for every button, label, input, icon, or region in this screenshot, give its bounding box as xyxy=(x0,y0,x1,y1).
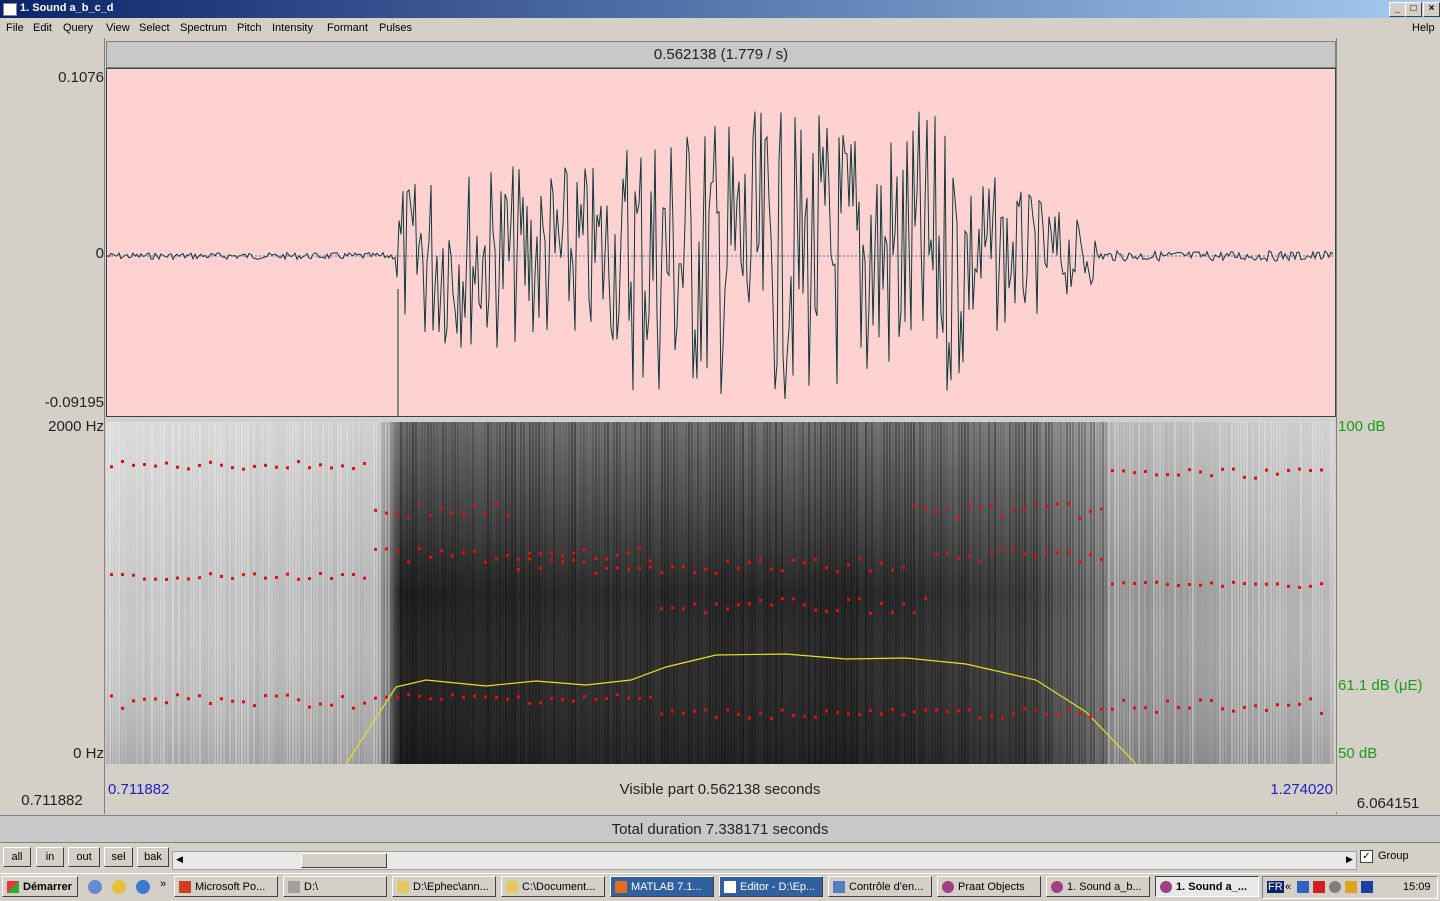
menu-pulses[interactable]: Pulses xyxy=(379,22,412,34)
system-tray: FR « 15:09 xyxy=(1262,876,1438,899)
start-button[interactable]: Démarrer xyxy=(2,876,78,897)
left-time-value[interactable]: 0.711882 xyxy=(0,792,104,809)
praat-icon xyxy=(942,881,954,893)
zoom-back-button[interactable]: bak xyxy=(137,847,169,867)
menu-view[interactable]: View xyxy=(106,22,130,34)
taskbar-overflow-icon[interactable]: » xyxy=(160,878,166,890)
task-label: Editor - D:\Ep... xyxy=(740,881,816,893)
waveform-panel[interactable] xyxy=(106,68,1336,417)
menu-select[interactable]: Select xyxy=(139,22,170,34)
start-label: Démarrer xyxy=(23,881,72,893)
intensity-mid-label: 61.1 dB (μE) xyxy=(1338,677,1423,694)
task-drive-d[interactable]: D:\ xyxy=(283,876,387,897)
matlab-icon xyxy=(615,881,627,893)
tray-app-icon[interactable] xyxy=(1345,881,1357,893)
group-checkbox[interactable]: ✓ xyxy=(1360,850,1373,863)
zoom-out-button[interactable]: out xyxy=(68,847,100,867)
task-folder-ephec[interactable]: D:\Ephec\ann... xyxy=(392,876,496,897)
window-title: 1. Sound a_b_c_d xyxy=(20,2,114,14)
menu-spectrum[interactable]: Spectrum xyxy=(180,22,227,34)
wave-zero-label: 0 xyxy=(95,245,104,262)
intensity-bottom-label: 50 dB xyxy=(1338,745,1378,762)
volume-icon[interactable] xyxy=(1329,881,1341,893)
minimize-button[interactable]: _ xyxy=(1389,2,1406,17)
visible-part-text[interactable]: Visible part 0.562138 seconds xyxy=(106,781,1334,798)
task-microsoft-powerpoint[interactable]: Microsoft Po... xyxy=(174,876,278,897)
menu-edit[interactable]: Edit xyxy=(33,22,52,34)
editor-icon xyxy=(724,881,736,893)
task-editor[interactable]: Editor - D:\Ep... xyxy=(719,876,823,897)
folder-icon xyxy=(397,881,409,893)
taskbar: Démarrer » Microsoft Po... D:\ D:\Ephec\… xyxy=(0,873,1440,901)
control-icon xyxy=(833,881,845,893)
task-label: MATLAB 7.1... xyxy=(631,881,702,893)
group-label: Group xyxy=(1378,850,1409,862)
zoom-all-button[interactable]: all xyxy=(3,847,31,867)
internet-explorer-icon[interactable] xyxy=(136,880,150,894)
quicklaunch-icon[interactable] xyxy=(112,880,126,894)
right-time-value[interactable]: 6.064151 xyxy=(1336,795,1440,812)
menu-formant[interactable]: Formant xyxy=(327,22,368,34)
spec-fmax-label: 2000 Hz xyxy=(48,418,104,435)
menu-help[interactable]: Help xyxy=(1412,22,1435,34)
spectrogram-panel[interactable] xyxy=(106,422,1334,764)
language-indicator[interactable]: FR xyxy=(1267,881,1284,893)
task-label: C:\Document... xyxy=(522,881,596,893)
total-duration-bar[interactable]: Total duration 7.338171 seconds xyxy=(0,815,1440,843)
task-folder-documents[interactable]: C:\Document... xyxy=(501,876,605,897)
network-icon[interactable] xyxy=(1297,881,1309,893)
task-sound-1[interactable]: 1. Sound a_b... xyxy=(1046,876,1150,897)
maximize-button[interactable]: □ xyxy=(1405,2,1422,17)
menu-file[interactable]: File xyxy=(6,22,24,34)
menu-pitch[interactable]: Pitch xyxy=(237,22,261,34)
zoom-in-button[interactable]: in xyxy=(36,847,64,867)
task-sound-active[interactable]: 1. Sound a_... xyxy=(1155,876,1259,897)
praat-icon xyxy=(1160,881,1172,893)
bluetooth-icon[interactable] xyxy=(1361,881,1373,893)
folder-icon xyxy=(506,881,518,893)
time-scrollbar[interactable]: ◀ ▶ xyxy=(172,851,1357,870)
tray-expand-icon[interactable]: « xyxy=(1285,881,1291,893)
praat-icon xyxy=(1051,881,1063,893)
antivirus-icon[interactable] xyxy=(1313,881,1325,893)
menu-query[interactable]: Query xyxy=(63,22,93,34)
clock: 15:09 xyxy=(1403,881,1431,893)
scroll-left-arrow-icon[interactable]: ◀ xyxy=(173,852,186,867)
waveform-plot xyxy=(106,111,1335,416)
powerpoint-icon xyxy=(179,881,191,893)
zoom-sel-button[interactable]: sel xyxy=(104,847,133,867)
show-desktop-icon[interactable] xyxy=(88,880,102,894)
task-label: D:\ xyxy=(304,881,319,893)
spec-fmin-label: 0 Hz xyxy=(73,745,104,762)
drive-icon xyxy=(288,881,300,893)
visible-end-time: 1.274020 xyxy=(1270,781,1333,798)
task-label: Microsoft Po... xyxy=(195,881,266,893)
wave-ymin-label: -0.09195 xyxy=(44,394,104,411)
task-label: D:\Ephec\ann... xyxy=(413,881,489,893)
menu-bar: File Edit Query View Select Spectrum Pit… xyxy=(0,18,1440,37)
scrollbar-thumb[interactable] xyxy=(301,853,387,868)
windows-logo-icon xyxy=(7,881,19,893)
spectrogram-plot xyxy=(106,422,1334,764)
scroll-right-arrow-icon[interactable]: ▶ xyxy=(1343,852,1356,867)
task-label: Praat Objects xyxy=(958,881,1025,893)
intensity-top-label: 100 dB xyxy=(1338,418,1386,435)
task-praat-objects[interactable]: Praat Objects xyxy=(937,876,1041,897)
close-button[interactable]: × xyxy=(1423,2,1440,17)
task-controle[interactable]: Contrôle d'en... xyxy=(828,876,932,897)
task-matlab[interactable]: MATLAB 7.1... xyxy=(610,876,714,897)
wave-ymax-label: 0.1076 xyxy=(58,69,104,86)
waveform-trace xyxy=(106,111,1334,400)
task-label: Contrôle d'en... xyxy=(849,881,924,893)
task-label: 1. Sound a_... xyxy=(1176,881,1247,893)
window-title-bar: 1. Sound a_b_c_d _ □ × xyxy=(0,0,1440,18)
app-icon xyxy=(3,3,17,16)
task-label: 1. Sound a_b... xyxy=(1067,881,1142,893)
selection-duration-bar[interactable]: 0.562138 (1.779 / s) xyxy=(106,41,1336,68)
menu-intensity[interactable]: Intensity xyxy=(272,22,313,34)
